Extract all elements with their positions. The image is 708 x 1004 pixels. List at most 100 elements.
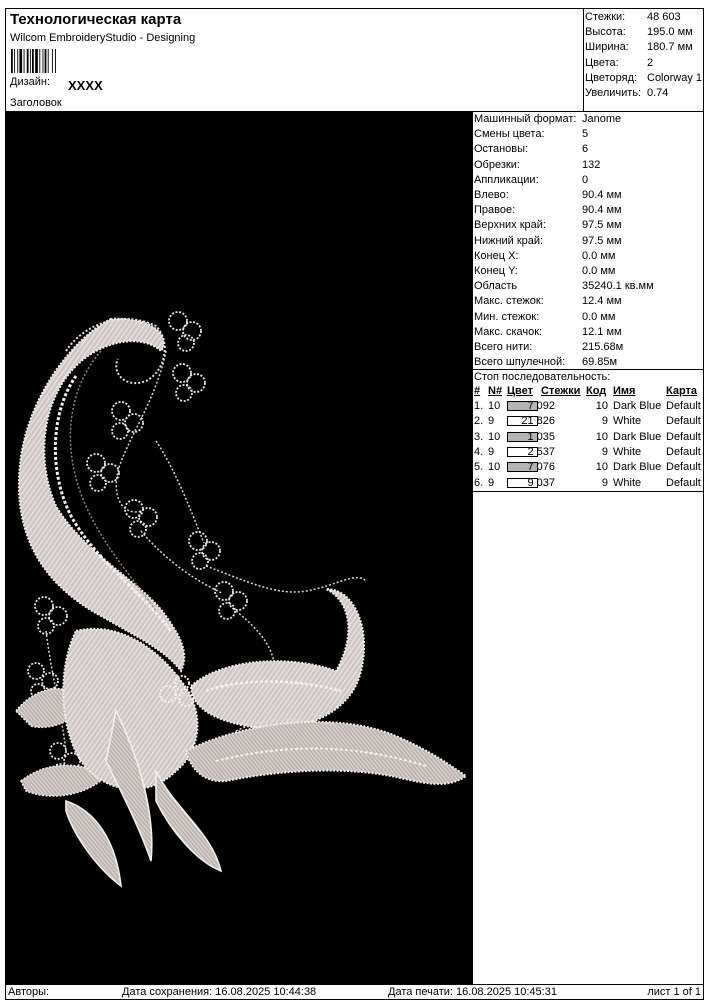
- barcode-bar: [47, 49, 49, 73]
- col-name: Имя: [613, 385, 636, 397]
- detail-label: Всего нити:: [474, 341, 533, 353]
- table-row: 3. 10 1 035 10 Dark Blue Default: [472, 430, 703, 445]
- row-name: Dark Blue: [613, 430, 662, 443]
- detail-row: Макс. скачок: 12.1 мм: [472, 325, 703, 340]
- detail-row: Нижний край: 97.5 мм: [472, 234, 703, 249]
- row-index: 4.: [474, 445, 484, 458]
- stop-sequence-table: # N# Цвет Стежки Код Имя Карта 1. 10 7 092…: [472, 383, 703, 492]
- barcode-bar: [19, 49, 23, 73]
- table-row: 5. 10 7 076 10 Dark Blue Default: [472, 460, 703, 475]
- detail-row: Аппликации: 0: [472, 173, 703, 188]
- page-number: лист 1 of 1: [647, 986, 701, 998]
- detail-label: Мин. стежок:: [474, 310, 540, 323]
- summary-label: Увеличить:: [585, 87, 642, 99]
- row-chart: Default: [666, 476, 701, 489]
- col-index: #: [474, 385, 481, 397]
- design-label: Дизайн:: [10, 76, 51, 88]
- detail-label: Конец Y:: [474, 265, 518, 277]
- detail-row: Макс. стежок: 12.4 мм: [472, 294, 703, 309]
- detail-value: 90.4 мм: [582, 204, 622, 217]
- paisley-right: [189, 588, 366, 730]
- printed-date: Дата печати: 16.08.2025 10:45:31: [388, 986, 557, 998]
- detail-row: Остановы: 6: [472, 142, 703, 157]
- summary-label: Цвета:: [585, 56, 619, 69]
- row-chart: Default: [666, 430, 701, 443]
- page-title: Технологическая карта: [10, 11, 182, 28]
- summary-value: 195.0 мм: [647, 26, 693, 39]
- heading-label: Заголовок: [10, 97, 62, 109]
- design-preview: [6, 111, 473, 984]
- detail-label: Машинный формат:: [474, 113, 577, 125]
- embroidery-preview: [14, 311, 468, 888]
- detail-value: 0.0 мм: [582, 310, 616, 323]
- detail-row: Всего шпулечной: 69.85м: [472, 355, 703, 370]
- detail-value: 97.5 мм: [582, 234, 622, 247]
- barcode-bar: [35, 49, 38, 73]
- summary-value: 0.74: [647, 87, 669, 99]
- barcode-bar: [42, 49, 44, 73]
- detail-row: Влево: 90.4 мм: [472, 188, 703, 203]
- detail-label: Нижний край:: [474, 234, 544, 247]
- barcode-bar: [26, 49, 29, 73]
- barcode-bar: [23, 49, 25, 73]
- row-needle: 9: [488, 476, 495, 489]
- row-needle: 10: [488, 461, 501, 474]
- detail-value: 132: [582, 158, 601, 171]
- row-needle: 9: [488, 445, 495, 458]
- header-left: Технологическая карта Wilcom EmbroideryS…: [6, 9, 584, 112]
- col-code: Код: [586, 385, 607, 397]
- table-row: 1. 10 7 092 10 Dark Blue Default: [472, 399, 703, 414]
- row-code: 9: [601, 415, 608, 428]
- detail-value: 12.1 мм: [582, 325, 622, 338]
- summary-value: Colorway 1: [647, 71, 703, 84]
- row-code: 9: [601, 476, 608, 489]
- detail-label: Макс. стежок:: [474, 295, 544, 308]
- barcode-bar: [29, 49, 31, 73]
- detail-value: 97.5 мм: [582, 219, 622, 232]
- row-name: Dark Blue: [613, 400, 662, 412]
- row-stitches: 9 037: [527, 476, 555, 489]
- table-row: 6. 9 9 037 9 White Default: [472, 476, 703, 491]
- detail-row: Правое: 90.4 мм: [472, 203, 703, 218]
- row-name: White: [613, 445, 642, 458]
- detail-value: 215.68м: [582, 341, 624, 353]
- detail-row: Всего нити: 215.68м: [472, 340, 703, 355]
- row-name: White: [613, 415, 642, 428]
- design-name: XXXX: [68, 78, 103, 93]
- table-row: 2. 9 21 826 9 White Default: [472, 414, 703, 429]
- row-stitches: 21 826: [521, 415, 555, 428]
- stop-sequence-label: Стоп последовательность:: [472, 369, 703, 383]
- row-index: 5.: [474, 461, 484, 474]
- detail-value: 0.0 мм: [582, 249, 616, 262]
- col-stitches: Стежки: [541, 385, 581, 397]
- detail-label: Всего шпулечной:: [474, 356, 566, 369]
- detail-value: 0.0 мм: [582, 265, 616, 277]
- barcode-bar: [32, 49, 34, 73]
- app-name: Wilcom EmbroideryStudio - Designing: [10, 32, 196, 44]
- row-code: 10: [595, 461, 608, 474]
- barcode-bar: [44, 49, 47, 73]
- detail-label: Обрезки:: [474, 158, 520, 171]
- detail-value: 35240.1 кв.мм: [582, 280, 654, 293]
- table-row: 4. 9 2 537 9 White Default: [472, 445, 703, 460]
- detail-value: 90.4 мм: [582, 189, 622, 201]
- footer: Авторы: Дата сохранения: 16.08.2025 10:4…: [6, 984, 703, 1000]
- detail-row: Смены цвета: 5: [472, 127, 703, 142]
- detail-label: Верхних край:: [474, 219, 546, 232]
- barcode-bar: [55, 49, 56, 73]
- row-stitches: 7 092: [527, 400, 555, 412]
- row-index: 6.: [474, 476, 484, 489]
- row-index: 2.: [474, 415, 484, 428]
- detail-row: Верхних край: 97.5 мм: [472, 218, 703, 233]
- detail-label: Смены цвета:: [474, 128, 545, 141]
- detail-row: Машинный формат: Janome: [472, 112, 703, 127]
- leaf-right: [184, 720, 468, 785]
- col-color: Цвет: [507, 385, 534, 397]
- row-code: 10: [595, 400, 608, 412]
- detail-value: 12.4 мм: [582, 295, 622, 308]
- barcode-bar: [17, 49, 19, 73]
- detail-row: Область 35240.1 кв.мм: [472, 279, 703, 294]
- row-needle: 10: [488, 400, 501, 412]
- row-stitches: 7 076: [527, 461, 555, 474]
- col-needle: N#: [488, 385, 503, 397]
